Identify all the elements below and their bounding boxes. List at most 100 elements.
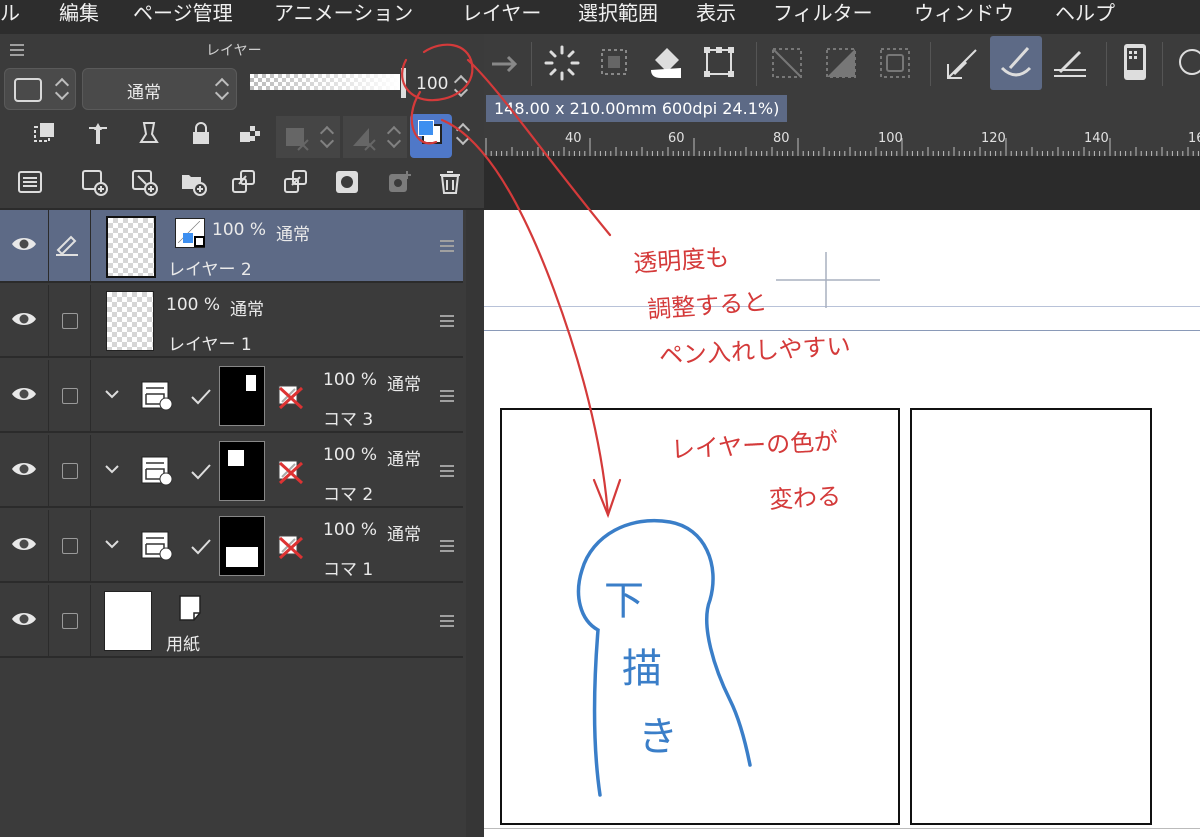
menu-help[interactable]: ヘルプ	[1055, 0, 1115, 30]
visibility-toggle[interactable]	[0, 360, 49, 431]
create-layer-mask-icon[interactable]	[333, 168, 361, 196]
visibility-toggle[interactable]	[0, 285, 49, 356]
menu-view[interactable]: 表示	[696, 0, 736, 30]
merge-with-layer-below-icon[interactable]	[282, 168, 310, 196]
new-vector-layer-icon[interactable]	[130, 168, 158, 196]
toolbar-separator	[756, 42, 757, 86]
special-ruler-snap-button[interactable]	[990, 36, 1042, 90]
edit-checkbox[interactable]	[62, 613, 78, 629]
edit-checkbox[interactable]	[62, 538, 78, 554]
edit-target-toggle[interactable]	[48, 360, 91, 431]
menu-animation[interactable]: アニメーション	[274, 0, 413, 30]
layer-name[interactable]: レイヤー 1	[168, 330, 252, 355]
ruler-disabled-icon	[278, 460, 304, 485]
mask-thumbnail	[219, 516, 265, 576]
menu-window[interactable]: ウィンドウ	[914, 0, 1014, 30]
white-swatch-icon	[194, 236, 205, 247]
visibility-toggle[interactable]	[0, 510, 49, 581]
comic-frame-2[interactable]	[910, 408, 1152, 825]
chevron-down-icon[interactable]	[104, 388, 120, 400]
layer-name[interactable]: コマ 2	[323, 480, 373, 505]
search-icon[interactable]	[1172, 44, 1200, 82]
edit-checkbox[interactable]	[62, 388, 78, 404]
mask-shape	[228, 450, 244, 466]
paper-layer-icon	[179, 595, 201, 621]
eye-icon	[12, 463, 36, 475]
spinner-icon	[213, 75, 231, 103]
paper-thumbnail	[104, 591, 152, 651]
layer-blend-mode: 通常	[387, 525, 421, 545]
chevron-down-icon[interactable]	[104, 538, 120, 550]
selection-border-icon[interactable]	[876, 44, 914, 82]
layer-thumbnail	[106, 216, 156, 278]
visibility-toggle[interactable]	[0, 585, 49, 656]
eye-icon	[12, 613, 36, 625]
raster-layer-color-icon	[175, 218, 205, 248]
grid-snap-icon[interactable]	[1050, 44, 1090, 84]
layer-name[interactable]: コマ 3	[323, 405, 373, 430]
mask-icon	[286, 128, 309, 151]
ruler-disabled-icon	[278, 535, 304, 560]
opacity-slider[interactable]	[250, 74, 400, 90]
layer-name[interactable]: コマ 1	[323, 555, 373, 580]
new-folder-icon[interactable]	[179, 168, 207, 196]
transform-icon[interactable]	[699, 42, 739, 82]
layer-name[interactable]: 用紙	[166, 630, 200, 655]
smartphone-icon[interactable]	[1118, 42, 1152, 82]
menu-selection[interactable]: 選択範囲	[578, 0, 658, 30]
panel-title: レイヤー	[206, 43, 262, 59]
edit-checkbox[interactable]	[62, 313, 78, 329]
menu-layer[interactable]: レイヤー	[462, 0, 541, 30]
frame-folder-icon	[141, 456, 173, 486]
layer-thumbnail	[106, 291, 154, 351]
lock-transparent-pixels-icon[interactable]	[236, 120, 264, 148]
edit-target-toggle[interactable]	[48, 210, 91, 281]
layer-row-paper[interactable]: 用紙	[0, 585, 463, 658]
menu-filter[interactable]: フィルター	[773, 0, 873, 30]
lock-icon[interactable]	[187, 120, 215, 148]
transfer-to-lower-layer-icon[interactable]	[230, 168, 258, 196]
ruler-disabled-icon	[278, 385, 304, 410]
eye-icon	[12, 388, 36, 400]
reference-layer-icon[interactable]	[84, 120, 112, 148]
chevron-down-icon[interactable]	[104, 463, 120, 475]
menu-edit[interactable]: 編集	[59, 0, 99, 30]
invert-selection-icon[interactable]	[822, 44, 860, 82]
ruler-snap-icon[interactable]	[942, 44, 982, 84]
edit-target-toggle[interactable]	[48, 285, 91, 356]
deselect-icon[interactable]	[768, 44, 806, 82]
ruler-label: 80	[773, 131, 790, 146]
fill-bucket-icon[interactable]	[647, 42, 687, 82]
visibility-toggle[interactable]	[0, 435, 49, 506]
menu-bar: ル 編集 ページ管理 アニメーション レイヤー 選択範囲 表示 フィルター ウィ…	[0, 0, 1200, 34]
blend-mode-select[interactable]: 通常	[82, 68, 237, 110]
edit-checkbox[interactable]	[62, 463, 78, 479]
draft-layer-icon[interactable]	[135, 120, 163, 148]
panel-menu-icon[interactable]	[10, 44, 24, 56]
visibility-toggle[interactable]	[0, 210, 49, 281]
eye-icon	[12, 538, 36, 550]
spinner-icon	[318, 123, 336, 151]
layer-blend-mode: 通常	[230, 300, 264, 320]
layer-opacity: 100 %	[323, 445, 378, 465]
ruler-label: 120	[981, 131, 1006, 146]
menu-file[interactable]: ル	[0, 0, 20, 30]
toolbar-separator	[930, 42, 931, 86]
edit-target-toggle[interactable]	[48, 435, 91, 506]
layer-name[interactable]: レイヤー 2	[168, 255, 252, 280]
expression-color-select[interactable]	[4, 68, 76, 110]
layer-menu-icon[interactable]	[440, 540, 454, 552]
layer-row-frame-1[interactable]: 100 % 通常 コマ 1	[0, 510, 463, 583]
new-raster-layer-icon[interactable]	[80, 168, 108, 196]
menu-page[interactable]: ページ管理	[133, 0, 233, 30]
clip-to-layer-below-icon[interactable]	[30, 120, 58, 148]
edit-target-toggle[interactable]	[48, 510, 91, 581]
mask-toggle[interactable]	[276, 116, 340, 158]
edit-target-toggle[interactable]	[48, 585, 91, 656]
layer-opacity: 100 %	[323, 370, 378, 390]
annotation-text: 透明度も	[632, 243, 731, 278]
layer-menu-icon[interactable]	[440, 615, 454, 627]
blue-sketch-figure	[576, 519, 752, 797]
layer-property-icon[interactable]	[16, 168, 44, 196]
red-annotation-arrows	[401, 43, 622, 519]
